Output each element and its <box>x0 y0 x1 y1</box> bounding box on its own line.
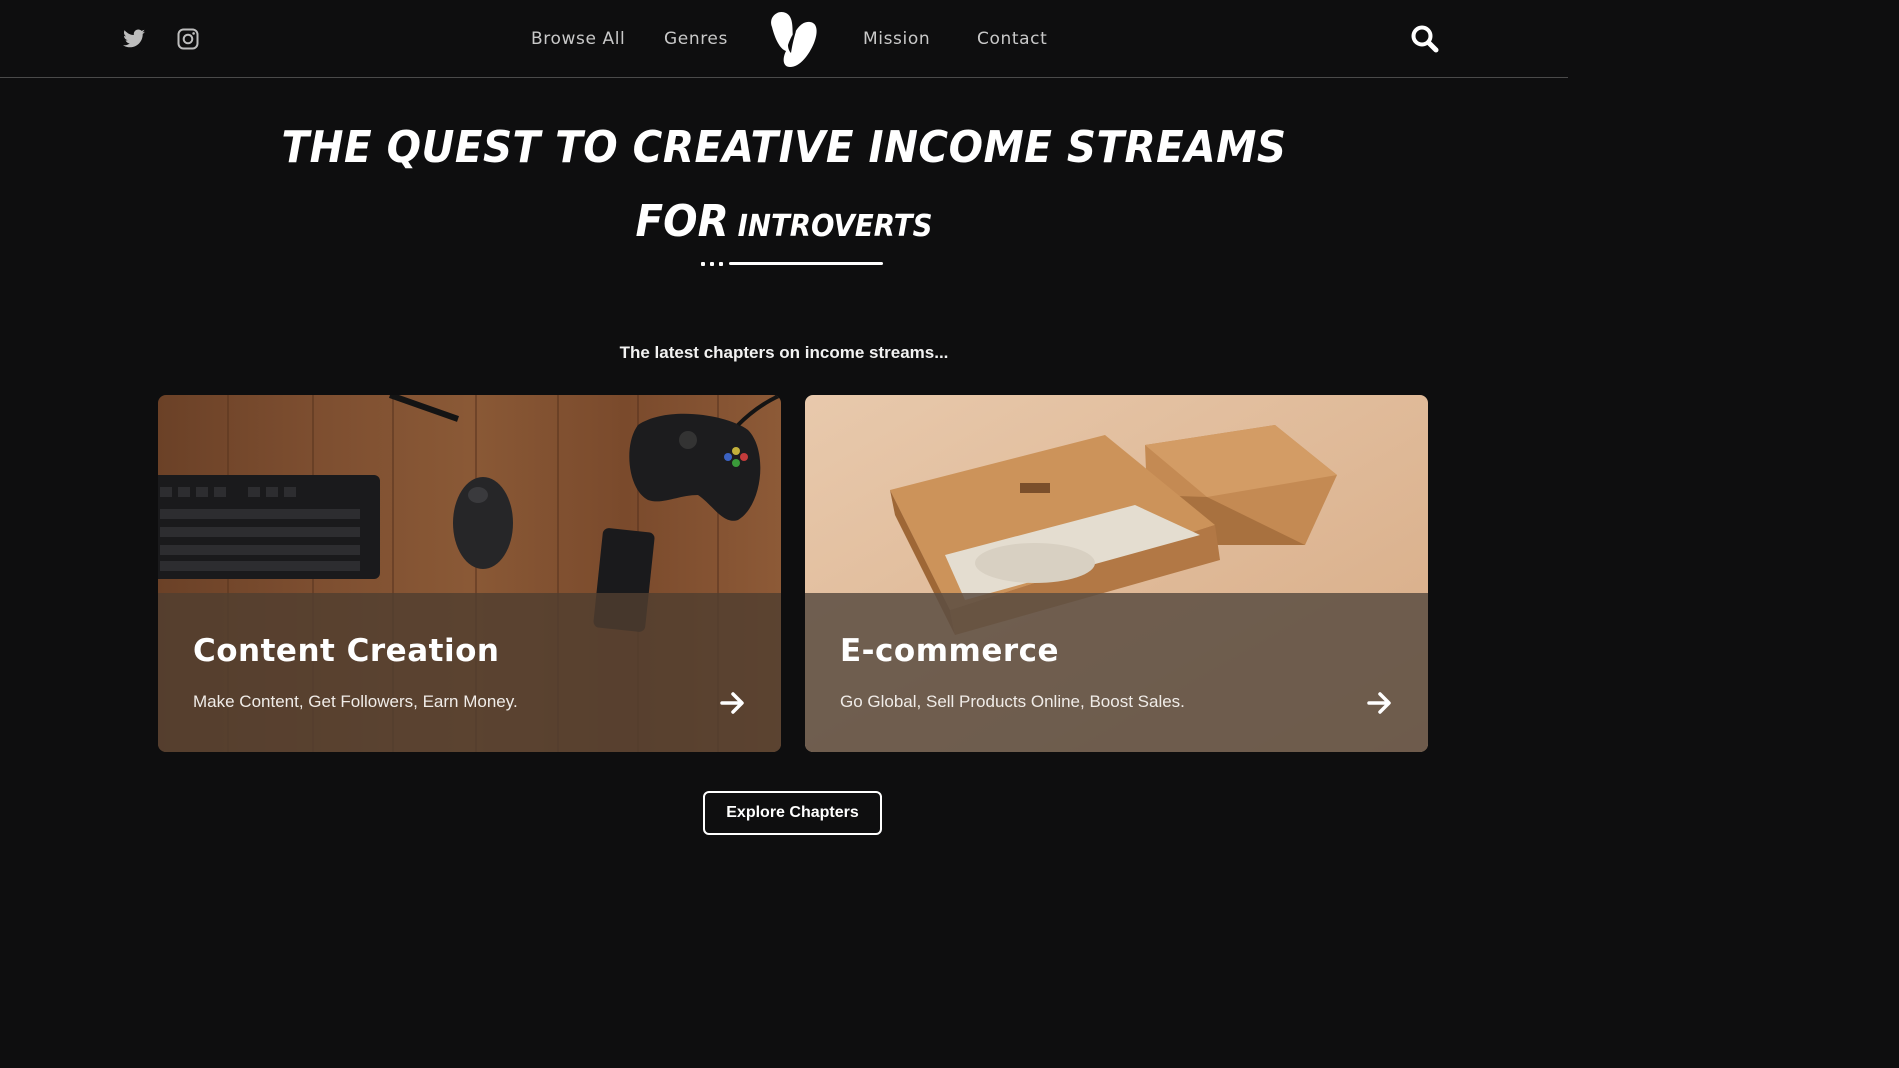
card-ecommerce[interactable]: E-commerce Go Global, Sell Products Onli… <box>805 395 1428 752</box>
hero-subtitle: FOR INTROVERTS <box>63 192 1506 261</box>
card-title: Content Creation <box>193 633 500 669</box>
divider-dot <box>719 262 723 266</box>
main-nav: Browse All Genres Mission Contact <box>0 0 1568 78</box>
card-content-creation[interactable]: Content Creation Make Content, Get Follo… <box>158 395 781 752</box>
site-header: Browse All Genres Mission Contact <box>0 0 1568 78</box>
nav-contact[interactable]: Contact <box>977 29 1047 49</box>
search-icon[interactable] <box>1410 24 1440 54</box>
brand-logo-icon[interactable] <box>766 9 820 69</box>
arrow-right-icon[interactable] <box>1367 691 1393 715</box>
card-overlay <box>158 593 781 752</box>
explore-chapters-button[interactable]: Explore Chapters <box>703 791 882 835</box>
hero-introverts-word: INTROVERTS <box>737 209 933 244</box>
nav-mission[interactable]: Mission <box>863 29 930 49</box>
hero-for-word: FOR <box>635 196 729 247</box>
latest-chapters-label: The latest chapters on income streams... <box>619 343 949 362</box>
nav-genres[interactable]: Genres <box>664 29 728 49</box>
nav-browse-all[interactable]: Browse All <box>531 29 625 49</box>
card-description: Make Content, Get Followers, Earn Money. <box>193 692 518 711</box>
arrow-right-icon[interactable] <box>720 691 746 715</box>
divider-dot <box>701 262 705 266</box>
title-divider <box>701 262 885 266</box>
hero-title: THE QUEST TO CREATIVE INCOME STREAMS <box>281 122 1287 173</box>
card-title: E-commerce <box>840 633 1060 669</box>
divider-dot <box>710 262 714 266</box>
divider-line <box>729 262 883 265</box>
card-description: Go Global, Sell Products Online, Boost S… <box>840 692 1185 711</box>
card-overlay <box>805 593 1428 752</box>
